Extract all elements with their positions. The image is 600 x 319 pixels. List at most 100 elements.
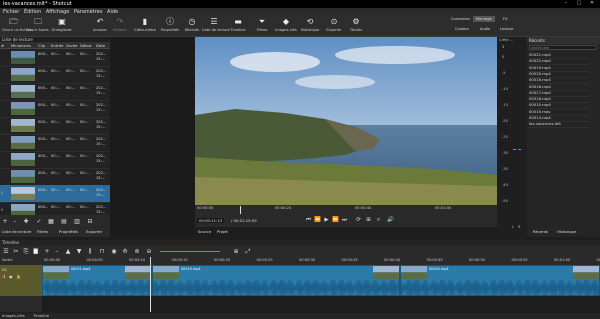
- mute-icon[interactable]: 🔇: [2, 274, 7, 279]
- tab-project[interactable]: Projet: [217, 229, 228, 234]
- update-clip-button[interactable]: ✓: [35, 218, 43, 225]
- tab-keyframes[interactable]: Images-clés: [2, 313, 25, 318]
- snap-icon[interactable]: ⊓: [98, 248, 106, 255]
- paste-icon[interactable]: 📋: [32, 248, 40, 255]
- add-clip-button[interactable]: +: [1, 218, 9, 225]
- copy-icon[interactable]: ⎘: [22, 248, 30, 255]
- playlist-row[interactable]: 000... 00:... 00:... 00:... 202... 15:...: [0, 134, 110, 152]
- playlist-row[interactable]: 000... 00:... 00:... 00:... 202... 15:...: [0, 66, 110, 84]
- fast-forward-icon[interactable]: ⏩: [332, 217, 339, 223]
- playlist-row[interactable]: 000... 00:... 00:... 00:... 202... 15:...: [0, 151, 110, 169]
- tab-source[interactable]: Source: [198, 229, 211, 234]
- overwrite-icon[interactable]: ▼: [75, 248, 83, 255]
- tab-filters[interactable]: Filtres: [37, 229, 48, 234]
- timeline-clip[interactable]: 00019.mp4: [152, 265, 400, 296]
- timeline-clip[interactable]: 00020.mp4: [400, 265, 600, 296]
- layout-couleur-button[interactable]: Couleur: [452, 26, 472, 32]
- col-duree[interactable]: Durée: [66, 43, 77, 48]
- playlist-row[interactable]: 000... 00:... 00:... 00:... 202... 15:...: [0, 83, 110, 101]
- video-preview[interactable]: [195, 37, 522, 205]
- cut-icon[interactable]: ✂: [12, 248, 20, 255]
- playlist-row[interactable]: 000... 00:... 00:... 00:... 202... 15:...: [0, 168, 110, 186]
- skip-previous-icon[interactable]: ⏮: [305, 217, 312, 224]
- zoom-out-icon[interactable]: ⊖: [145, 248, 153, 255]
- layout-montage-button[interactable]: Montage: [473, 16, 495, 22]
- split-icon[interactable]: ⫼: [86, 248, 94, 255]
- ripple-all-icon[interactable]: ⊚: [133, 248, 141, 255]
- view-icons-button[interactable]: ▥: [73, 218, 81, 225]
- playlist-row[interactable]: 000... 00:... 00:... 00:... 202... 15:...: [0, 117, 110, 135]
- col-clip[interactable]: Clip: [38, 43, 45, 48]
- timeline-menu-icon[interactable]: ☰: [2, 248, 10, 255]
- player-playhead[interactable]: [240, 206, 241, 214]
- redo-button[interactable]: ↷ Rétablir: [108, 15, 132, 37]
- playlist-menu-button[interactable]: ⊟: [86, 218, 94, 225]
- lift-icon[interactable]: ▲: [64, 248, 72, 255]
- open-other-button[interactable]: 🗀 Ouvrir Autre...: [26, 15, 52, 37]
- layout-fx-button[interactable]: FX: [500, 16, 511, 22]
- save-button[interactable]: ▣ Enregistrer: [50, 15, 74, 37]
- track-v1-header[interactable]: V1 🔇 ◉ 🔒: [0, 265, 42, 296]
- close-button[interactable]: ✕: [586, 0, 598, 6]
- keyframes-button[interactable]: ◆ Images-clés: [274, 15, 298, 37]
- zoom-slider[interactable]: [160, 251, 220, 252]
- timecode-field[interactable]: 00:00:11:13: [197, 218, 225, 223]
- tab-timeline[interactable]: Timeline: [33, 313, 49, 318]
- zoom-in-icon[interactable]: ⊕: [232, 248, 240, 255]
- col-number[interactable]: #: [1, 43, 4, 48]
- recent-panel: Récents rechercher 00021.mp4 00022.mp4 000…: [527, 37, 600, 237]
- export-button[interactable]: ⊙ Exporter: [322, 15, 346, 37]
- col-date[interactable]: Date: [96, 43, 105, 48]
- recent-search-input[interactable]: rechercher: [529, 45, 597, 50]
- rewind-icon[interactable]: ⏪: [314, 217, 321, 223]
- remove-clip-button[interactable]: –: [11, 218, 19, 225]
- layout-lecteur-button[interactable]: Lecteur: [497, 26, 517, 32]
- view-tiles-button[interactable]: ▦: [47, 218, 55, 225]
- col-thumbnails[interactable]: Miniatures: [11, 43, 31, 48]
- layout-audio-button[interactable]: Audio: [477, 26, 493, 32]
- properties-button[interactable]: ⓘ Propriétés: [158, 15, 182, 37]
- zoom-icon[interactable]: ⌕: [375, 217, 382, 224]
- player-ruler[interactable]: 00:00:00 00:00:20 00:00:40 00:01:00: [195, 205, 522, 215]
- open-file-button[interactable]: 🗁 Ouvrir un fichier...: [2, 15, 34, 37]
- timeline-button[interactable]: ▬ Timeline: [226, 15, 250, 37]
- playlist-row[interactable]: 000... 00:... 00:... 00:... 202... 15:...: [0, 49, 110, 67]
- filters-button[interactable]: ⏷ Filtres: [250, 15, 274, 37]
- recent-button[interactable]: ◷ Récents: [180, 15, 204, 37]
- scrub-icon[interactable]: ◉: [110, 248, 118, 255]
- timeline-clip[interactable]: 00021.mp4: [42, 265, 152, 296]
- peak-meter-button[interactable]: ▮ Crête-mètre: [133, 15, 157, 37]
- tab-recent[interactable]: Récents: [533, 229, 548, 234]
- playlist-row[interactable]: 000... 00:... 00:... 00:... 202... 15:...: [0, 100, 110, 118]
- col-entree[interactable]: Entrée: [51, 43, 63, 48]
- loop-icon[interactable]: ⟳: [355, 217, 362, 223]
- zoom-fit-icon[interactable]: ⤢: [244, 248, 252, 255]
- lock-icon[interactable]: 🔒: [16, 274, 21, 279]
- playlist-button[interactable]: ☰ Liste de lecture: [202, 15, 230, 37]
- minimize-button[interactable]: –: [560, 0, 572, 6]
- row-debut: 00:...: [80, 103, 90, 107]
- jobs-button[interactable]: ⚙ Tâches: [344, 15, 368, 37]
- maximize-button[interactable]: ▢: [573, 0, 585, 6]
- layout-connexion-button[interactable]: Connexion: [448, 16, 473, 22]
- grid-icon[interactable]: ⊞: [365, 217, 372, 223]
- col-debut[interactable]: Début: [80, 43, 92, 48]
- hide-icon[interactable]: ◉: [9, 274, 13, 279]
- play-icon[interactable]: ▶: [323, 217, 330, 223]
- tab-playlist[interactable]: Liste de lecture: [2, 229, 31, 234]
- ripple-icon[interactable]: ⟰: [121, 248, 129, 255]
- remove-icon[interactable]: –: [53, 248, 61, 255]
- tab-export[interactable]: Exporter: [86, 229, 102, 234]
- timeline-ruler[interactable]: 00:00:00 00:00:05 00:00:10 00:00:15 00:00:20…: [42, 257, 600, 265]
- insert-clip-button[interactable]: ✚: [22, 218, 30, 225]
- playlist-row[interactable]: 8 000... 00:... 00:... 00:... 202... 15:...: [0, 185, 110, 203]
- timeline-playhead[interactable]: [150, 257, 151, 312]
- history-button[interactable]: ⟲ Historique: [298, 15, 322, 37]
- tab-history[interactable]: Historique: [557, 229, 576, 234]
- recent-item[interactable]: les-vacances.mlt: [529, 121, 589, 129]
- view-details-button[interactable]: ▤: [60, 218, 68, 225]
- append-icon[interactable]: +: [43, 248, 51, 255]
- skip-next-icon[interactable]: ⏭: [341, 217, 348, 224]
- volume-icon[interactable]: 🔊: [387, 217, 394, 223]
- tab-properties[interactable]: Propriétés: [59, 229, 78, 234]
